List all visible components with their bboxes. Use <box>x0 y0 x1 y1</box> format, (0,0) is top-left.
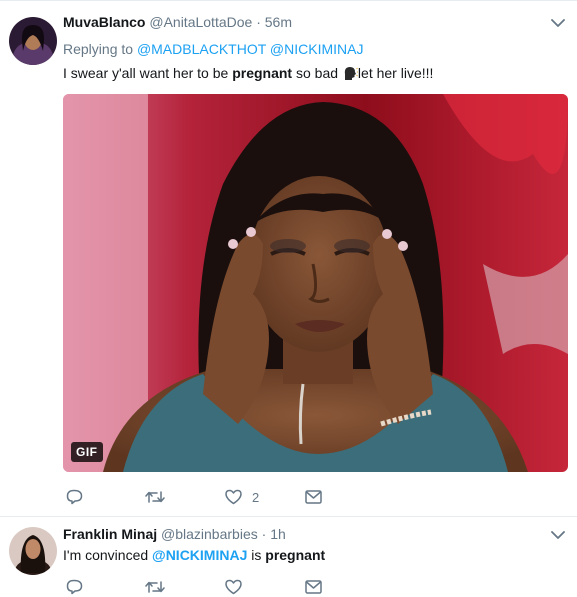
like-icon <box>225 579 242 595</box>
dm-button[interactable] <box>305 577 322 597</box>
timestamp[interactable]: 56m <box>265 14 292 30</box>
handle[interactable]: @blazinbarbies <box>161 526 258 542</box>
replying-label: Replying to <box>63 41 134 57</box>
tweet-text-part: let her live!!! <box>357 65 434 81</box>
like-button[interactable]: 2 <box>225 487 259 507</box>
separator: · <box>261 526 267 542</box>
retweet-icon <box>145 491 165 503</box>
tweet[interactable]: MuvaBlanco @AnitaLottaDoe · 56m Replying… <box>0 0 577 517</box>
retweet-button[interactable] <box>145 577 165 597</box>
reply-icon <box>66 489 83 505</box>
text-mention[interactable]: @NICKIMINAJ <box>152 547 247 563</box>
tweet-text-part: is <box>247 547 266 563</box>
tweet-text-part: I'm convinced <box>63 547 153 563</box>
gif-frame <box>63 94 568 472</box>
like-button[interactable] <box>225 577 242 597</box>
tweet-header: MuvaBlanco @AnitaLottaDoe · 56m <box>63 14 292 30</box>
like-count: 2 <box>252 489 260 505</box>
handle[interactable]: @AnitaLottaDoe <box>149 14 252 30</box>
tweet-text-part: I swear y'all want her to be <box>63 65 233 81</box>
tweet-header: Franklin Minaj @blazinbarbies · 1h <box>63 526 286 542</box>
avatar[interactable] <box>9 17 57 65</box>
timestamp[interactable]: 1h <box>270 526 286 542</box>
tweet-text-part: so bad <box>292 65 342 81</box>
tweet-text: I swear y'all want her to be pregnant so… <box>63 65 433 81</box>
chevron-down-icon[interactable] <box>551 18 565 28</box>
reply-icon <box>66 579 83 595</box>
reply-button[interactable] <box>66 577 83 597</box>
tweet-actions: 2 <box>63 487 363 507</box>
dm-icon <box>305 490 322 504</box>
reply-mention[interactable]: @NICKIMINAJ <box>270 41 364 57</box>
display-name[interactable]: Franklin Minaj <box>63 526 157 542</box>
reply-button[interactable] <box>66 487 83 507</box>
retweet-button[interactable] <box>145 487 165 507</box>
gif-media[interactable]: GIF <box>63 94 568 472</box>
avatar[interactable] <box>9 527 57 575</box>
tweet[interactable]: Franklin Minaj @blazinbarbies · 1h I'm c… <box>0 516 577 597</box>
tweet-text-bold: pregnant <box>232 65 293 81</box>
tweet-actions <box>63 577 363 597</box>
dm-icon <box>305 580 322 594</box>
tweet-text-bold: pregnant <box>265 547 326 563</box>
gif-badge: GIF <box>71 442 103 462</box>
speaking-head-emoji <box>344 67 358 80</box>
display-name[interactable]: MuvaBlanco <box>63 14 145 30</box>
chevron-down-icon[interactable] <box>551 530 565 540</box>
replying-to: Replying to @MADBLACKTHOT @NICKIMINAJ <box>63 41 363 57</box>
like-icon <box>225 489 242 505</box>
separator: · <box>256 14 261 30</box>
reply-mention[interactable]: @MADBLACKTHOT <box>137 41 266 57</box>
dm-button[interactable] <box>305 487 322 507</box>
tweet-text: I'm convinced @NICKIMINAJ is pregnant <box>63 547 325 563</box>
retweet-icon <box>145 581 165 593</box>
